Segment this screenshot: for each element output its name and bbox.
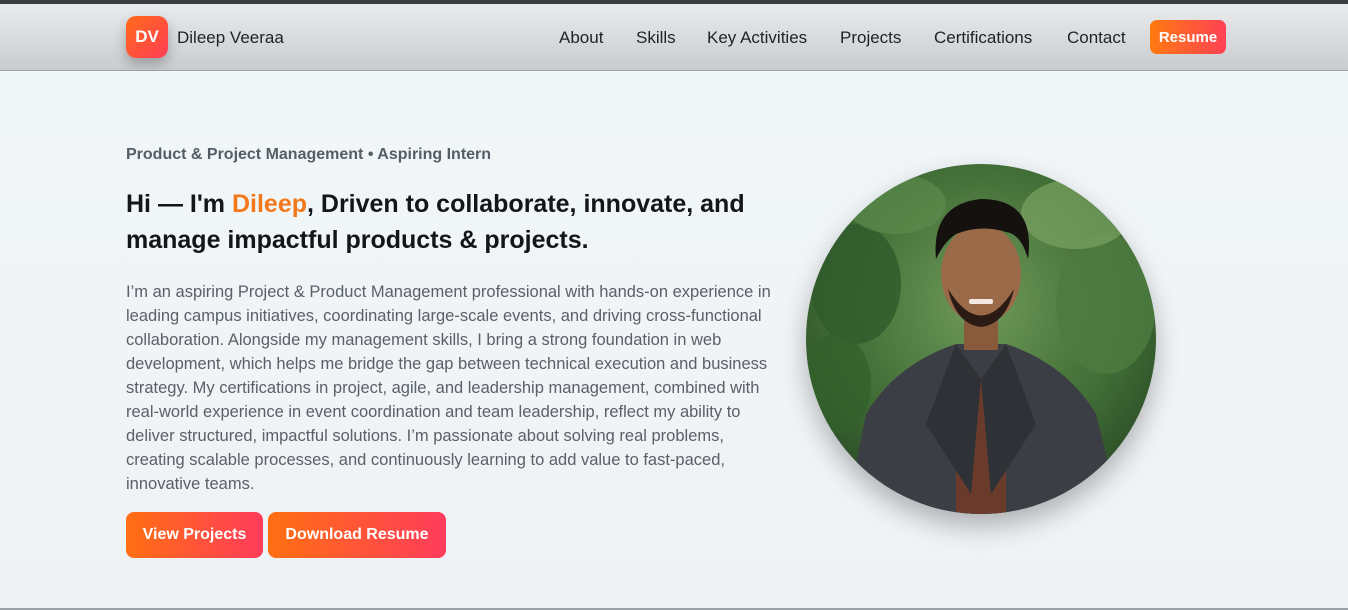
nav-link-projects[interactable]: Projects — [840, 28, 901, 48]
headline-name: Dileep — [231, 190, 307, 218]
nav-link-skills[interactable]: Skills — [636, 28, 676, 48]
hero-intro: I’m an aspiring Project & Product Manage… — [126, 283, 771, 493]
logo[interactable]: DV — [126, 16, 168, 58]
view-projects-button[interactable]: View Projects — [126, 512, 263, 558]
hero-headline: Hi — I'm Dileep, Driven to collaborate, … — [126, 186, 786, 258]
download-resume-button[interactable]: Download Resume — [268, 512, 446, 558]
brand-name[interactable]: Dileep Veeraa — [177, 28, 284, 48]
nav-link-key-activities[interactable]: Key Activities — [707, 28, 807, 48]
nav-link-contact[interactable]: Contact — [1067, 28, 1126, 48]
resume-button[interactable]: Resume — [1150, 20, 1226, 54]
hero-eyebrow: Product & Project Management • Aspiring … — [126, 146, 492, 163]
headline-greeting: Hi — I'm — [126, 190, 232, 218]
nav-link-certifications[interactable]: Certifications — [934, 28, 1032, 48]
nav-link-about[interactable]: About — [559, 28, 603, 48]
navbar: DV Dileep Veeraa About Skills Key Activi… — [0, 4, 1348, 71]
profile-photo — [806, 164, 1156, 514]
